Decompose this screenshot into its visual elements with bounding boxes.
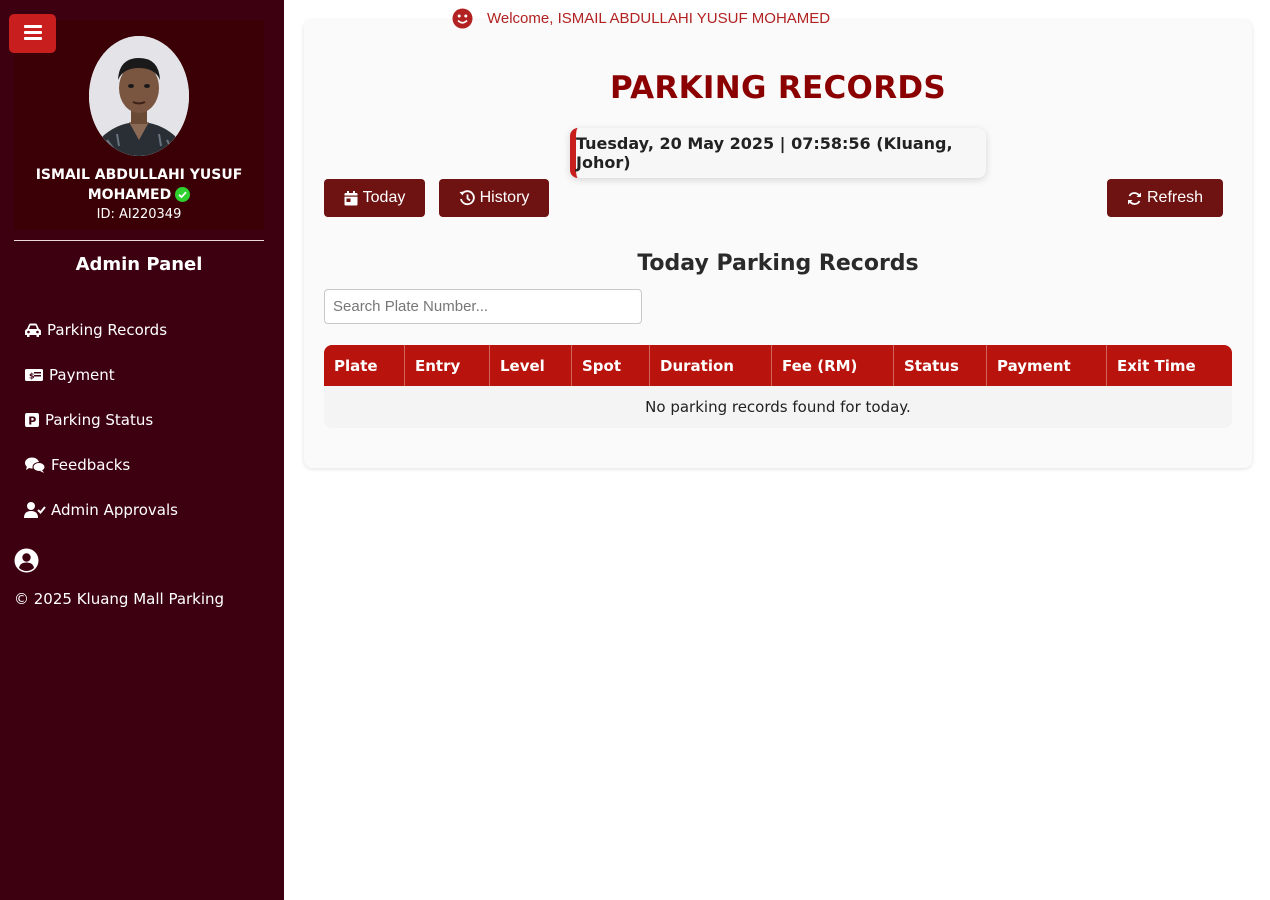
refresh-button[interactable]: Refresh [1107, 179, 1223, 217]
today-button-label: Today [362, 189, 406, 206]
verified-check-icon [175, 186, 191, 202]
page-title: PARKING RECORDS [609, 70, 947, 106]
profile-name-line2: MOHAMED [87, 187, 172, 203]
welcome-text: Welcome, ISMAIL ABDULLAHI YUSUF MOHAMED [487, 10, 831, 27]
table-header: Plate Entry Level Spot Duration Fee (RM)… [324, 345, 1232, 386]
user-check-icon [24, 502, 46, 518]
parking-records-table: Plate Entry Level Spot Duration Fee (RM)… [324, 345, 1232, 428]
sidebar-item-label: Parking Status [45, 411, 154, 429]
column-header-fee[interactable]: Fee (RM) [772, 345, 894, 386]
sidebar: ISMAIL ABDULLAHI YUSUF MOHAMED ID: AI220… [0, 0, 284, 900]
column-header-entry[interactable]: Entry [405, 345, 490, 386]
empty-table-message: No parking records found for today. [324, 386, 1232, 428]
column-header-level[interactable]: Level [490, 345, 572, 386]
sidebar-item-label: Payment [49, 366, 115, 384]
panel-title: Admin Panel [75, 254, 203, 275]
welcome-banner: Welcome, ISMAIL ABDULLAHI YUSUF MOHAMED [452, 8, 830, 29]
sidebar-item-label: Parking Records [47, 321, 168, 339]
calendar-icon [344, 190, 358, 205]
profile-name: ISMAIL ABDULLAHI YUSUF MOHAMED [14, 165, 264, 205]
refresh-icon [1127, 191, 1141, 205]
smile-icon [452, 8, 473, 29]
user-circle-icon[interactable] [14, 548, 39, 577]
records-card: PARKING RECORDS Tuesday, 20 May 2025 | 0… [304, 20, 1252, 468]
copyright-text: © 2025 Kluang Mall Parking [14, 590, 225, 608]
search-plate-input[interactable] [324, 289, 642, 324]
car-icon [25, 323, 41, 337]
column-header-exit-time[interactable]: Exit Time [1107, 345, 1232, 386]
history-button[interactable]: History [439, 179, 549, 217]
datetime-display: Tuesday, 20 May 2025 | 07:58:56 (Kluang,… [570, 128, 986, 178]
sidebar-item-parking-records[interactable]: Parking Records [24, 318, 178, 342]
sidebar-divider [14, 240, 264, 241]
svg-text:P: P [28, 415, 36, 428]
sidebar-item-admin-approvals[interactable]: Admin Approvals [24, 498, 178, 522]
column-header-plate[interactable]: Plate [324, 345, 405, 386]
user-id: ID: AI220349 [96, 207, 182, 222]
menu-toggle-button[interactable] [9, 14, 56, 53]
sidebar-item-parking-status[interactable]: P Parking Status [24, 408, 178, 432]
parking-icon: P [25, 413, 39, 428]
sidebar-item-label: Admin Approvals [51, 501, 178, 519]
history-icon [459, 190, 475, 206]
profile-name-line2-row: MOHAMED [14, 185, 264, 205]
hamburger-icon [23, 24, 42, 44]
sidebar-item-feedbacks[interactable]: Feedbacks [24, 453, 178, 477]
section-title: Today Parking Records [637, 251, 919, 276]
profile-name-line1: ISMAIL ABDULLAHI YUSUF [35, 167, 243, 183]
column-header-payment[interactable]: Payment [987, 345, 1107, 386]
column-header-status[interactable]: Status [894, 345, 987, 386]
column-header-spot[interactable]: Spot [572, 345, 650, 386]
column-header-duration[interactable]: Duration [650, 345, 772, 386]
sidebar-item-payment[interactable]: $ Payment [24, 363, 178, 387]
money-bill-icon: $ [25, 369, 43, 381]
comments-icon [25, 457, 46, 473]
refresh-button-label: Refresh [1146, 189, 1204, 206]
sidebar-item-label: Feedbacks [51, 456, 131, 474]
sidebar-nav: Parking Records $ Payment P Parking Stat… [24, 318, 178, 543]
history-button-label: History [479, 189, 530, 206]
avatar [89, 36, 189, 156]
today-button[interactable]: Today [324, 179, 425, 217]
